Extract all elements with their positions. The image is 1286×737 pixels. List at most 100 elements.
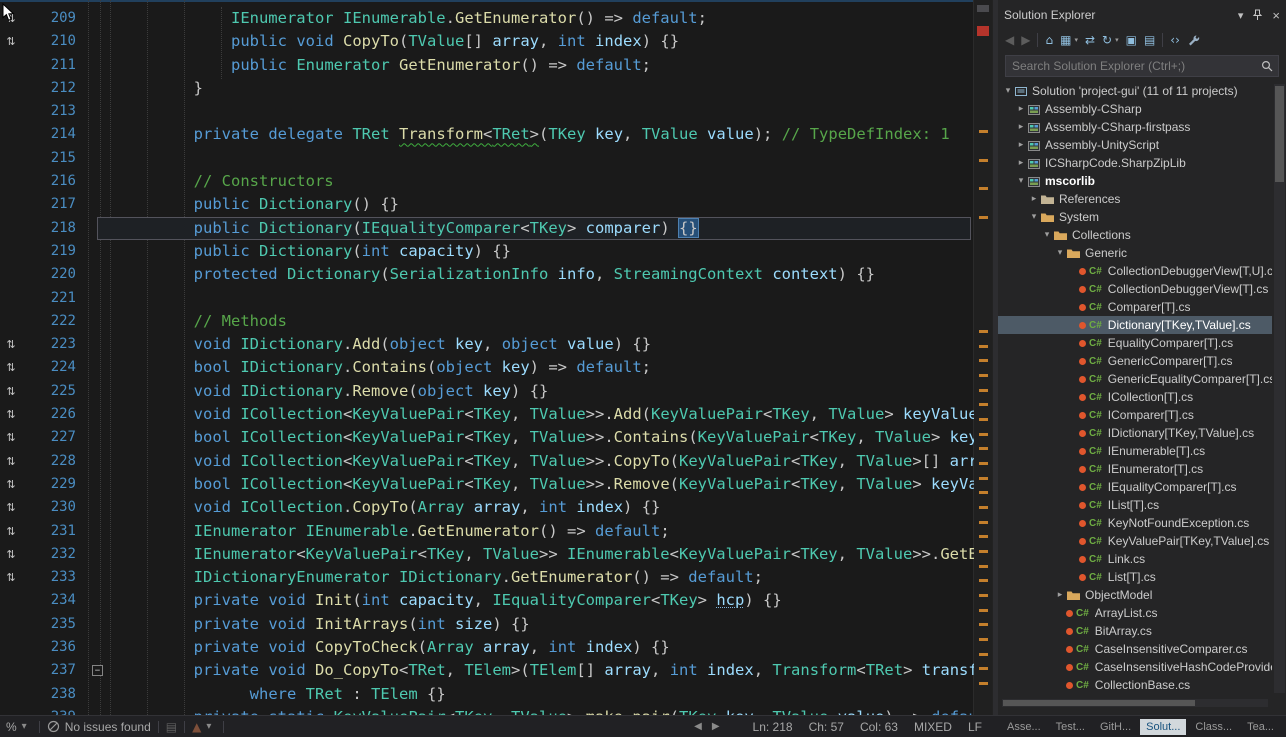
character-indicator[interactable]: Ch: 57 [809,720,844,734]
line-number[interactable]: 222 [22,310,85,333]
tree-item-label[interactable]: GenericEqualityComparer[T].cs [1108,372,1272,386]
code-line[interactable]: 215 [0,147,974,170]
line-number[interactable]: 213 [22,100,85,123]
close-icon[interactable]: × [1272,8,1280,23]
fold-margin[interactable] [85,263,119,286]
line-number[interactable]: 232 [22,543,85,566]
tool-window-tab[interactable]: Asse... [1001,719,1047,735]
tree-item[interactable]: ▸ICSharpCode.SharpZipLib [998,154,1272,172]
tree-item[interactable]: ▸ObjectModel [998,586,1272,604]
tree-item-label[interactable]: CaseInsensitiveComparer.cs [1095,642,1248,656]
tree-item-label[interactable]: IEqualityComparer[T].cs [1108,480,1237,494]
line-number[interactable]: 209 [22,7,85,30]
code-line[interactable]: 221 [0,287,974,310]
tree-item[interactable]: ▾Collections [998,226,1272,244]
tree-item[interactable]: C#IEnumerable[T].cs [998,442,1272,460]
tree-item[interactable]: C#EqualityComparer[T].cs [998,334,1272,352]
panel-title-bar[interactable]: Solution Explorer ▾ × [998,0,1286,28]
fold-margin[interactable] [85,589,119,612]
fold-margin[interactable] [85,123,119,146]
expand-arrow-icon[interactable]: ▾ [1041,230,1053,240]
fold-margin[interactable] [85,7,119,30]
tree-item-label[interactable]: Solution 'project-gui' (11 of 11 project… [1032,84,1238,98]
tree-item-label[interactable]: CollectionDebuggerView[T].cs [1108,282,1269,296]
code-line[interactable]: 222 // Methods [0,310,974,333]
tree-item-label[interactable]: BitArray.cs [1095,624,1152,638]
expand-arrow-icon[interactable]: ▾ [1054,248,1066,258]
tree-item-label[interactable]: References [1059,192,1120,206]
code-text[interactable]: private void Init(int capacity, IEqualit… [119,589,974,612]
zoom-dropdown-icon[interactable]: ▾ [17,721,32,732]
fold-margin[interactable] [85,54,119,77]
code-text[interactable]: IEnumerator<KeyValuePair<TKey, TValue>> … [119,543,974,566]
hot-reload-icon[interactable]: ▲ [192,720,201,734]
fold-margin[interactable] [85,473,119,496]
line-number[interactable]: 219 [22,240,85,263]
tree-item-label[interactable]: Assembly-CSharp-firstpass [1045,120,1190,134]
tree-item[interactable]: ▾ Solution 'project-gui' (11 of 11 projec… [998,82,1272,100]
editor-scrollbar[interactable] [973,0,992,715]
refresh-icon[interactable]: ↻ [1102,33,1112,47]
code-line[interactable]: 212 } [0,77,974,100]
code-line[interactable]: ⇅227 bool ICollection<KeyValuePair<TKey,… [0,426,974,449]
inheritance-margin-icon[interactable]: ⇅ [0,380,22,403]
line-number[interactable]: 223 [22,333,85,356]
issues-status-text[interactable]: No issues found [65,720,151,734]
code-text[interactable]: // Constructors [119,170,974,193]
inheritance-margin-icon[interactable]: ⇅ [0,30,22,53]
line-number[interactable]: 211 [22,54,85,77]
inheritance-margin-icon[interactable]: ⇅ [0,566,22,589]
code-text[interactable]: bool ICollection<KeyValuePair<TKey, TVal… [119,426,974,449]
line-number[interactable]: 215 [22,147,85,170]
code-text[interactable]: private void InitArrays(int size) {} [119,613,974,636]
tree-item[interactable]: C#IComparer[T].cs [998,406,1272,424]
document-health-indicator[interactable] [977,26,989,36]
tool-window-tab[interactable]: GitH... [1094,719,1137,735]
fold-margin[interactable] [85,147,119,170]
code-line[interactable]: ⇅209 IEnumerator IEnumerable.GetEnumerat… [0,7,974,30]
code-line[interactable]: ⇅230 void ICollection.CopyTo(Array array… [0,496,974,519]
inheritance-margin-icon[interactable]: ⇅ [0,426,22,449]
tree-item[interactable]: C#CollectionDebuggerView[T,U].cs [998,262,1272,280]
fold-margin[interactable] [85,426,119,449]
line-number[interactable]: 230 [22,496,85,519]
tree-item-label[interactable]: IComparer[T].cs [1108,408,1194,422]
code-text[interactable]: void IDictionary.Remove(object key) {} [119,380,974,403]
line-indicator[interactable]: Ln: 218 [753,720,793,734]
line-number[interactable]: 221 [22,287,85,310]
fold-margin[interactable] [85,636,119,659]
expand-arrow-icon[interactable]: ▾ [1015,176,1027,186]
line-number[interactable]: 234 [22,589,85,612]
tree-item[interactable]: ▸Assembly-CSharp [998,100,1272,118]
code-text[interactable]: IEnumerator IEnumerable.GetEnumerator() … [119,520,974,543]
fold-margin[interactable] [85,496,119,519]
line-number[interactable]: 218 [22,217,85,240]
tree-item[interactable]: C#Link.cs [998,550,1272,568]
expand-arrow-icon[interactable]: ▾ [1002,86,1014,96]
tree-item-label[interactable]: Generic [1085,246,1127,260]
code-text[interactable]: public void CopyTo(TValue[] array, int i… [119,30,974,53]
code-text[interactable]: bool IDictionary.Contains(object key) =>… [119,356,974,379]
scrollbar-thumb[interactable] [1275,86,1284,182]
code-line[interactable]: 217 public Dictionary() {} [0,193,974,216]
code-text[interactable]: void ICollection<KeyValuePair<TKey, TVal… [119,450,974,473]
tree-item-label[interactable]: CollectionBase.cs [1095,678,1190,692]
fold-margin[interactable] [85,683,119,706]
tool-window-tab[interactable]: Solut... [1140,719,1186,735]
home-icon[interactable]: ⌂ [1045,33,1053,47]
tree-item[interactable]: C#GenericComparer[T].cs [998,352,1272,370]
code-line[interactable]: ⇅231 IEnumerator IEnumerable.GetEnumerat… [0,520,974,543]
code-text[interactable]: IDictionaryEnumerator IDictionary.GetEnu… [119,566,974,589]
code-text[interactable]: // Methods [119,310,974,333]
split-window-handle[interactable] [977,5,989,12]
code-line[interactable]: 216 // Constructors [0,170,974,193]
scroll-left-button[interactable]: ◀ [689,721,707,732]
inheritance-margin-icon[interactable]: ⇅ [0,356,22,379]
code-line[interactable]: ⇅223 void IDictionary.Add(object key, ob… [0,333,974,356]
code-line[interactable]: ⇅210 public void CopyTo(TValue[] array, … [0,30,974,53]
tree-item[interactable]: C#List[T].cs [998,568,1272,586]
line-number[interactable]: 231 [22,520,85,543]
line-number[interactable]: 212 [22,77,85,100]
code-text[interactable] [119,100,974,123]
properties-icon[interactable] [1187,34,1200,47]
